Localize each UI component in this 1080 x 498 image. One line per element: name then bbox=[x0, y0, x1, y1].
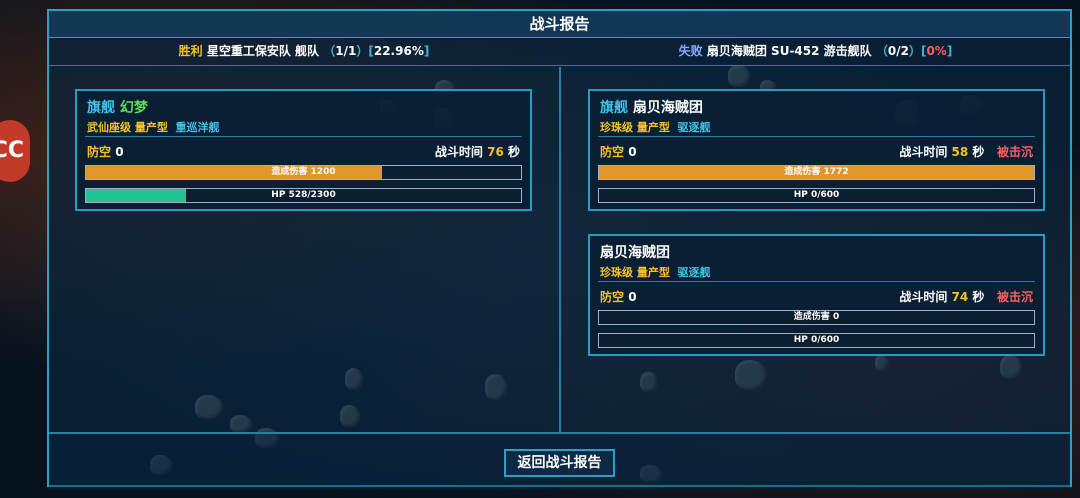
hp-bar-label: HP 0/600 bbox=[793, 335, 840, 345]
battle-time-stat: 战斗时间 76 秒 bbox=[434, 145, 520, 159]
ship-class: 珍珠级 量产型 驱逐舰 bbox=[600, 266, 711, 279]
hp-bar-label: HP 0/600 bbox=[793, 190, 840, 200]
hp-bar: HP 528/2300 bbox=[85, 188, 522, 203]
hp-bar-label: HP 528/2300 bbox=[271, 190, 336, 200]
sunk-status: 被击沉 bbox=[996, 290, 1033, 304]
hp-bar: HP 0/600 bbox=[598, 333, 1035, 348]
ally-count: 1/1 bbox=[335, 44, 357, 58]
anti-air-stat: 防空 0 bbox=[600, 290, 637, 304]
card-separator bbox=[598, 136, 1035, 137]
damage-bar-label: 造成伤害 1200 bbox=[271, 167, 336, 177]
anti-air-stat: 防空 0 bbox=[600, 145, 637, 159]
damage-bar-label: 造成伤害 0 bbox=[793, 312, 840, 322]
card-separator bbox=[85, 136, 522, 137]
enemy-fleet-name: 扇贝海贼团 SU-452 游击舰队 bbox=[706, 44, 872, 58]
damage-bar: 造成伤害 0 bbox=[598, 310, 1035, 325]
column-divider bbox=[559, 67, 561, 432]
ship-name: 扇贝海贼团 bbox=[600, 245, 670, 261]
ally-result: 胜利 bbox=[178, 44, 203, 58]
panel-title: 战斗报告 bbox=[49, 11, 1070, 38]
damage-bar-label: 造成伤害 1772 bbox=[784, 167, 849, 177]
enemy-count: 0/2 bbox=[887, 44, 909, 58]
ship-name: 旗舰 扇贝海贼团 bbox=[600, 100, 703, 116]
return-battle-report-button[interactable]: 返回战斗报告 bbox=[504, 449, 615, 477]
ship-class: 武仙座级 量产型 重巡洋舰 bbox=[87, 121, 220, 134]
ally-summary: 胜利 星空重工保安队 舰队 （1/1）[22.96%] bbox=[178, 44, 430, 58]
battle-report-panel: 战斗报告 胜利 星空重工保安队 舰队 （1/1）[22.96%] 失败 扇贝海贼… bbox=[47, 9, 1072, 489]
battle-time-stat: 战斗时间 58 秒 被击沉 bbox=[899, 145, 1033, 159]
side-logo-badge: CC bbox=[0, 120, 30, 182]
ship-name: 旗舰 幻梦 bbox=[87, 100, 148, 116]
ally-fleet-name: 星空重工保安队 舰队 bbox=[206, 44, 320, 58]
enemy-summary: 失败 扇贝海贼团 SU-452 游击舰队 （0/2）[0%] bbox=[678, 44, 953, 58]
ship-class: 珍珠级 量产型 驱逐舰 bbox=[600, 121, 711, 134]
hp-bar: HP 0/600 bbox=[598, 188, 1035, 203]
anti-air-stat: 防空 0 bbox=[87, 145, 124, 159]
damage-bar: 造成伤害 1200 bbox=[85, 165, 522, 180]
enemy-result: 失败 bbox=[678, 44, 703, 58]
ally-percent: 22.96% bbox=[373, 44, 424, 58]
battle-summary: 胜利 星空重工保安队 舰队 （1/1）[22.96%] 失败 扇贝海贼团 SU-… bbox=[49, 37, 1070, 66]
sunk-status: 被击沉 bbox=[996, 145, 1033, 159]
card-separator bbox=[598, 281, 1035, 282]
bottom-bar: 返回战斗报告 bbox=[49, 432, 1070, 489]
enemy-percent: 0% bbox=[926, 44, 947, 58]
damage-bar: 造成伤害 1772 bbox=[598, 165, 1035, 180]
battle-time-stat: 战斗时间 74 秒 被击沉 bbox=[899, 290, 1033, 304]
enemy-ship-card[interactable]: 扇贝海贼团 珍珠级 量产型 驱逐舰 防空 0 战斗时间 74 秒 被击沉 造成伤… bbox=[588, 234, 1045, 356]
enemy-ship-card[interactable]: 旗舰 扇贝海贼团 珍珠级 量产型 驱逐舰 防空 0 战斗时间 58 秒 被击沉 … bbox=[588, 89, 1045, 211]
ally-ship-card[interactable]: 旗舰 幻梦 武仙座级 量产型 重巡洋舰 防空 0 战斗时间 76 秒 造成伤害 … bbox=[75, 89, 532, 211]
